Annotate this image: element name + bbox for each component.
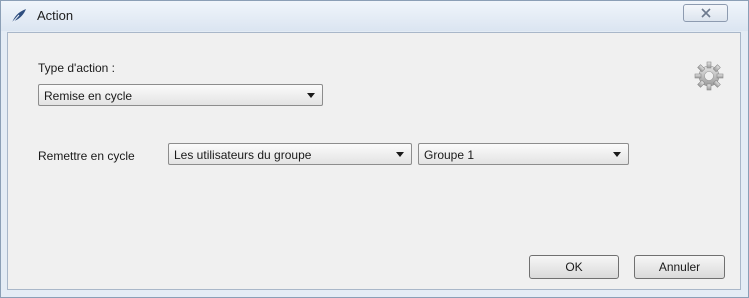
action-type-select[interactable]: Remise en cycle — [38, 84, 323, 106]
target-select[interactable]: Les utilisateurs du groupe — [168, 143, 412, 165]
dialog-body: Type d'action : Remise en cycle Remettre… — [7, 32, 741, 290]
close-button[interactable] — [683, 4, 728, 22]
group-value: Groupe 1 — [424, 148, 475, 162]
action-type-value: Remise en cycle — [44, 89, 133, 103]
recycle-label: Remettre en cycle — [38, 149, 135, 163]
gear-icon — [693, 60, 725, 92]
chevron-down-icon — [307, 93, 315, 98]
title-bar: Action — [1, 1, 748, 31]
target-value: Les utilisateurs du groupe — [174, 148, 312, 162]
cancel-button[interactable]: Annuler — [634, 255, 725, 279]
feather-pen-icon — [10, 8, 28, 24]
chevron-down-icon — [396, 152, 404, 157]
ok-button[interactable]: OK — [529, 255, 619, 279]
window-title: Action — [37, 8, 74, 23]
chevron-down-icon — [613, 152, 621, 157]
group-select[interactable]: Groupe 1 — [418, 143, 629, 165]
action-dialog: Action Type d'action : Remise en cycle R… — [0, 0, 749, 298]
action-type-label: Type d'action : — [38, 61, 116, 75]
